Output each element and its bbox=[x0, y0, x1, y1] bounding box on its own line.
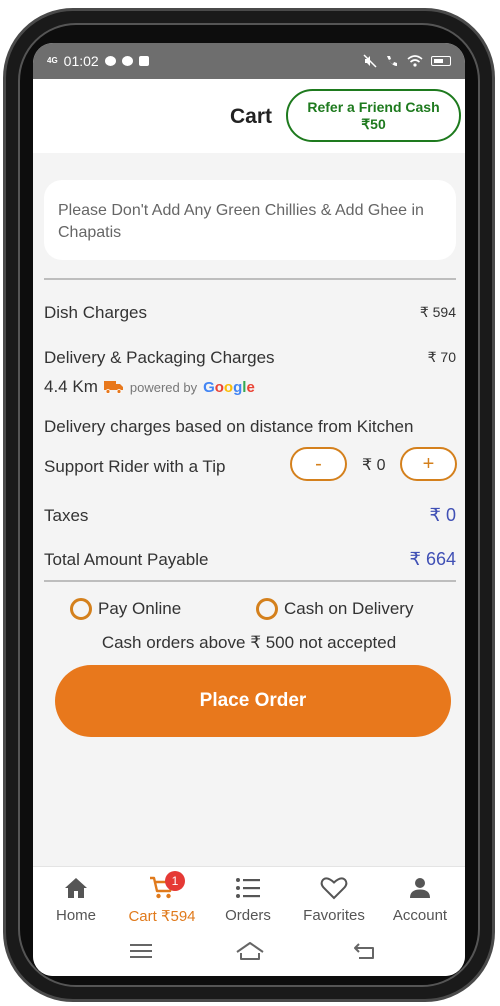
pay-online-label: Pay Online bbox=[98, 599, 182, 618]
radio-button[interactable] bbox=[70, 598, 92, 620]
network-indicator: 4G bbox=[47, 56, 58, 65]
message-notification-icon bbox=[121, 56, 133, 66]
menu-icon[interactable] bbox=[130, 943, 152, 959]
total-label: Total Amount Payable bbox=[44, 550, 209, 569]
page-title: Cart bbox=[230, 105, 273, 128]
radio-button[interactable] bbox=[256, 598, 278, 620]
refer-friend-button[interactable]: Refer a Friend Cash ₹50 bbox=[286, 89, 461, 142]
list-icon bbox=[236, 878, 260, 898]
cash-on-delivery-option[interactable]: Cash on Delivery bbox=[256, 598, 413, 620]
chat-notification-icon bbox=[104, 56, 116, 66]
pay-online-option[interactable]: Pay Online bbox=[70, 598, 181, 620]
app-notification-icon bbox=[138, 56, 149, 66]
mute-icon bbox=[363, 54, 377, 68]
nav-orders[interactable]: Orders bbox=[205, 875, 291, 924]
heart-icon bbox=[320, 877, 348, 900]
battery-icon bbox=[431, 56, 451, 66]
bottom-nav: Home 1 Cart ₹594 Orders Favorites Accoun… bbox=[33, 866, 465, 932]
divider bbox=[44, 580, 456, 582]
google-logo: Google bbox=[203, 378, 255, 396]
tip-value: ₹ 0 bbox=[362, 457, 386, 474]
call-icon bbox=[387, 56, 397, 66]
nav-cart[interactable]: 1 Cart ₹594 bbox=[119, 871, 205, 925]
divider bbox=[44, 278, 456, 280]
nav-favorites-label: Favorites bbox=[303, 907, 365, 924]
cash-limit-note: Cash orders above ₹ 500 not accepted bbox=[101, 633, 397, 652]
status-bar: 4G 01:02 bbox=[33, 43, 465, 79]
delivery-charges-label: Delivery & Packaging Charges bbox=[44, 348, 275, 367]
distance-row: 4.4 Km powered by Google bbox=[44, 377, 255, 397]
nav-cart-label: Cart ₹594 bbox=[128, 908, 196, 925]
user-icon bbox=[410, 878, 430, 898]
refer-amount: ₹50 bbox=[361, 115, 386, 132]
order-note-field[interactable]: Please Don't Add Any Green Chillies & Ad… bbox=[44, 180, 456, 260]
tip-increase-button[interactable]: + bbox=[400, 447, 457, 481]
refer-label: Refer a Friend Cash bbox=[307, 98, 440, 115]
wifi-icon bbox=[407, 55, 423, 67]
delivery-truck-icon bbox=[103, 381, 123, 394]
nav-home[interactable]: Home bbox=[33, 875, 119, 924]
tip-decrease-button[interactable]: - bbox=[290, 447, 347, 481]
system-nav-bar bbox=[33, 932, 465, 976]
delivery-charges-value: ₹ 70 bbox=[427, 349, 456, 365]
delivery-note: Delivery charges based on distance from … bbox=[44, 417, 414, 436]
total-value: ₹ 664 bbox=[409, 549, 457, 569]
header: Cart Refer a Friend Cash ₹50 bbox=[33, 79, 465, 153]
status-time: 01:02 bbox=[63, 53, 99, 69]
distance-value: 4.4 Km bbox=[44, 377, 98, 396]
tip-label: Support Rider with a Tip bbox=[44, 457, 226, 476]
dish-charges-label: Dish Charges bbox=[44, 303, 147, 322]
back-icon[interactable] bbox=[353, 942, 377, 960]
home-icon bbox=[65, 878, 87, 898]
nav-account[interactable]: Account bbox=[377, 875, 463, 924]
place-order-button[interactable]: Place Order bbox=[55, 665, 451, 737]
nav-account-label: Account bbox=[392, 907, 448, 924]
cart-count-badge: 1 bbox=[165, 871, 185, 891]
nav-orders-label: Orders bbox=[225, 907, 271, 924]
home-gesture-icon[interactable] bbox=[235, 941, 265, 961]
cash-on-delivery-label: Cash on Delivery bbox=[284, 599, 414, 618]
app-screen: 4G 01:02 Cart Refer a Friend Cash ₹50 Pl… bbox=[33, 43, 465, 976]
taxes-value: ₹ 0 bbox=[429, 505, 456, 525]
nav-home-label: Home bbox=[55, 907, 96, 924]
dish-charges-value: ₹ 594 bbox=[419, 304, 456, 320]
nav-favorites[interactable]: Favorites bbox=[291, 875, 377, 924]
taxes-label: Taxes bbox=[44, 506, 89, 525]
powered-by-label: powered by bbox=[129, 379, 198, 395]
